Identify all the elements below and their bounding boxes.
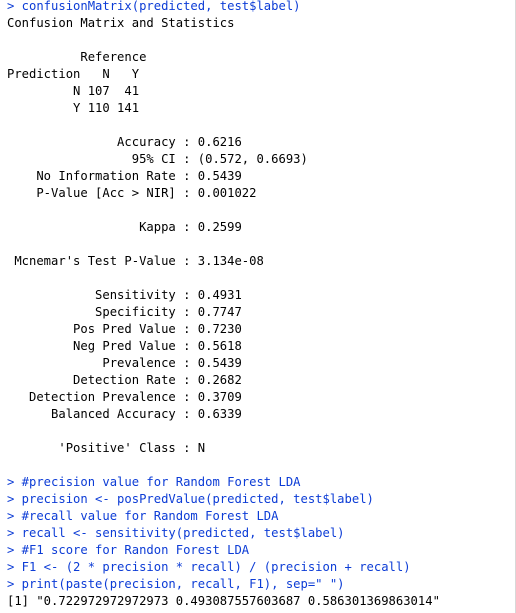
console-output-line: Mcnemar's Test P-Value : 3.134e-08 (7, 254, 264, 268)
console-command-line: > print(paste(precision, recall, F1), se… (7, 577, 345, 591)
console-output-line: Balanced Accuracy : 0.6339 (7, 407, 242, 421)
console-output-line: Accuracy : 0.6216 (7, 135, 242, 149)
console-output-line: Specificity : 0.7747 (7, 305, 242, 319)
console-command-line: > recall <- sensitivity(predicted, test$… (7, 526, 345, 540)
console-output-line: 95% CI : (0.572, 0.6693) (7, 152, 308, 166)
console-command-line: > precision <- posPredValue(predicted, t… (7, 492, 374, 506)
console-command-line: > confusionMatrix(predicted, test$label) (7, 0, 301, 13)
console-output-line: 'Positive' Class : N (7, 441, 206, 455)
console-output-line: Prevalence : 0.5439 (7, 356, 242, 370)
console-output-line: P-Value [Acc > NIR] : 0.001022 (7, 186, 257, 200)
console-output-line: Reference (7, 50, 147, 64)
console-command-line: > F1 <- (2 * precision * recall) / (prec… (7, 560, 411, 574)
console-command-line: > #F1 score for Randon Forest LDA (7, 543, 250, 557)
console-command-line: > #recall value for Random Forest LDA (7, 509, 279, 523)
console-command-line: > #precision value for Random Forest LDA (7, 475, 301, 489)
console-output-line: Y 110 141 (7, 101, 140, 115)
console-output-line: Detection Rate : 0.2682 (7, 373, 242, 387)
console-output-line: Pos Pred Value : 0.7230 (7, 322, 242, 336)
console-output-line: Kappa : 0.2599 (7, 220, 242, 234)
console-output-line: Sensitivity : 0.4931 (7, 288, 242, 302)
console-output-line: Neg Pred Value : 0.5618 (7, 339, 242, 353)
console-output-line: Prediction N Y (7, 67, 140, 81)
console-output-line: N 107 41 (7, 84, 140, 98)
console-output-line: Detection Prevalence : 0.3709 (7, 390, 242, 404)
console-output-line: Confusion Matrix and Statistics (7, 16, 235, 30)
r-console[interactable]: > confusionMatrix(predicted, test$label)… (0, 0, 516, 613)
console-output-line: [1] "0.722972972972973 0.493087557603687… (7, 594, 440, 608)
console-output-line: No Information Rate : 0.5439 (7, 169, 242, 183)
